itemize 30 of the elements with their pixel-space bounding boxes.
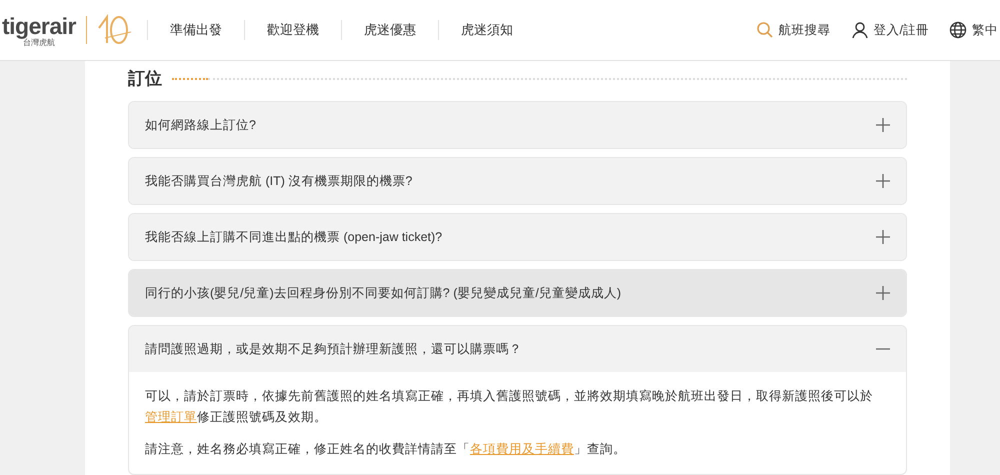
plus-icon [876,286,890,300]
answer-paragraph: 請注意，姓名務必填寫正確，修正姓名的收費詳情請至「各項費用及手續費」查詢。 [145,441,627,458]
faq-question[interactable]: 我能否線上訂購不同進出點的機票 (open-jaw ticket)? [129,214,906,260]
nav-link[interactable]: 準備出發 [148,20,244,40]
minus-icon [876,348,890,350]
nav-link[interactable]: 虎迷須知 [439,20,535,40]
search-icon [756,21,774,39]
plus-icon [876,230,890,244]
answer-paragraph: 可以，請於訂票時，依據先前舊護照的姓名填寫正確，再填入舊護照號碼，並將效期填寫晚於航班出發日，取得新護照後可以於 管理訂單修正護照號碼及效期。 [145,388,874,426]
nav-link[interactable]: 歡迎登機 [245,20,341,40]
faq-question[interactable]: 如何網路線上訂位? [129,102,906,148]
question-text: 我能否線上訂購不同進出點的機票 (open-jaw ticket)? [145,228,442,246]
globe-icon [949,21,967,39]
search-link[interactable]: 航班搜尋 [756,20,831,40]
user-link[interactable]: 登入/註冊 [850,20,929,40]
language-link[interactable]: 繁中 [949,20,998,40]
question-text: 同行的小孩(嬰兒/兒童)去回程身份別不同要如何訂購? (嬰兒變成兒童/兒童變成成人) [145,284,622,302]
faq-question[interactable]: 請問護照過期，或是效期不足夠預計辦理新護照，還可以購票嗎？ [129,326,906,372]
nav-link[interactable]: 虎迷優惠 [342,20,438,40]
question-text: 我能否購買台灣虎航 (IT) 沒有機票期限的機票? [145,172,412,190]
faq-question[interactable]: 同行的小孩(嬰兒/兒童)去回程身份別不同要如何訂購? (嬰兒變成兒童/兒童變成成人) [129,270,906,316]
faq-question[interactable]: 我能否購買台灣虎航 (IT) 沒有機票期限的機票? [129,158,906,204]
plus-icon [876,174,890,188]
user-icon [850,21,869,39]
section-title: 訂位 [128,68,162,90]
plus-icon [876,118,890,132]
brand-subtitle: 台灣虎航 [23,38,55,46]
question-text: 請問護照過期，或是效期不足夠預計辦理新護照，還可以購票嗎？ [145,340,522,358]
brand-logo[interactable]: tigerair [2,14,76,38]
question-text: 如何網路線上訂位? [145,116,256,134]
